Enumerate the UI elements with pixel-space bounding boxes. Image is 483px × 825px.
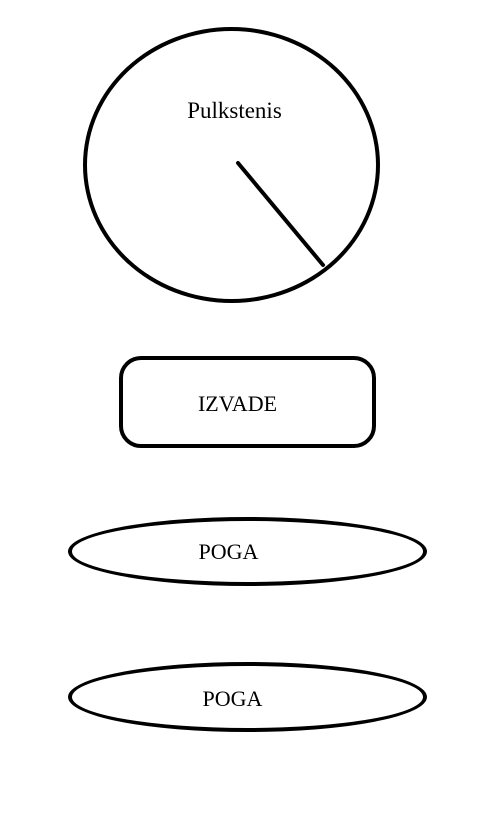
poga-button-2-label: POGA [202,686,263,711]
poga-button-1-label: POGA [198,538,259,564]
clock-widget: Pulkstenis [83,27,380,303]
clock-title: Pulkstenis [187,98,282,123]
izvade-button-label: IZVADE [197,390,278,416]
clock-hand-icon [236,161,325,267]
poga-button-2[interactable]: POGA [68,662,427,732]
poga-button-1[interactable]: POGA [68,517,427,586]
izvade-button[interactable]: IZVADE [119,356,376,448]
